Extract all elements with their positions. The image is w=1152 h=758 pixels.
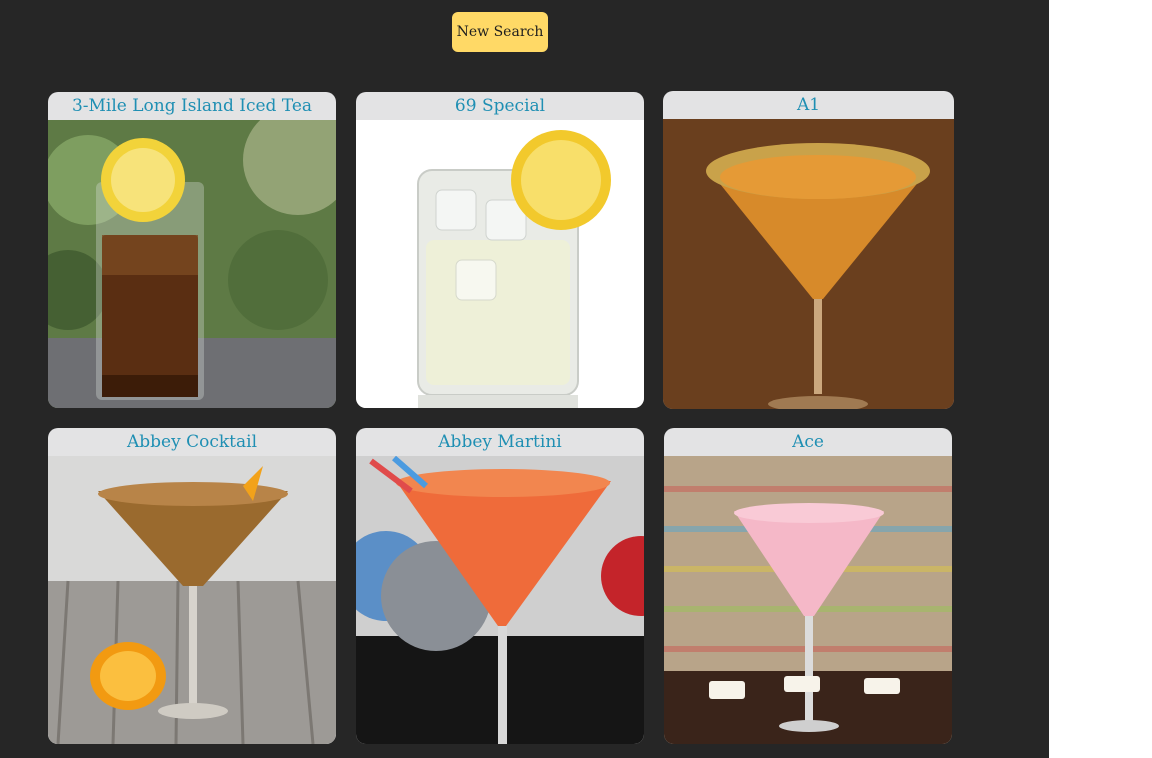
cocktail-name: A1 [796,95,821,115]
cocktail-name: Abbey Cocktail [126,432,257,452]
cocktail-card[interactable]: Abbey Martini [356,428,644,744]
cocktail-name: Abbey Martini [438,432,562,452]
new-search-button[interactable]: New Search [452,12,548,52]
cocktail-card[interactable]: Abbey Cocktail [48,428,336,744]
cocktail-photo [663,119,954,409]
cocktail-card[interactable]: 69 Special [356,92,644,408]
cocktail-photo [48,456,336,744]
cocktail-card[interactable]: 3-Mile Long Island Iced Tea [48,92,336,408]
cocktail-photo [664,456,952,744]
app-container: New Search 3-Mile Long Island Iced Tea 6… [0,0,1049,758]
cocktail-photo [48,120,336,408]
cocktail-photo [356,120,644,408]
cocktail-card[interactable]: Ace [664,428,952,744]
cocktail-photo [356,456,644,744]
cocktail-card[interactable]: A1 [663,91,954,409]
cocktail-name: Ace [792,432,824,452]
cocktail-name: 69 Special [454,96,546,116]
cocktail-name: 3-Mile Long Island Iced Tea [71,96,313,116]
